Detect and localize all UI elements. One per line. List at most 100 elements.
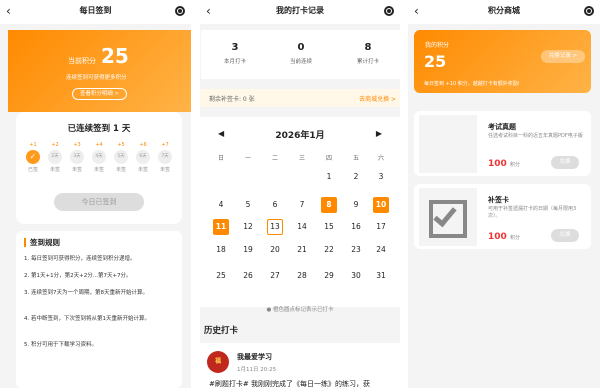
calendar-day[interactable]: 11 — [213, 219, 229, 235]
day-state: 未签 — [137, 167, 148, 173]
history-title: 历史打卡 — [204, 326, 239, 336]
redeem-records-button[interactable]: 兑换记录 > — [541, 50, 585, 63]
weekday-label: 六 — [377, 155, 384, 162]
day-state: 未签 — [115, 167, 126, 173]
stat-value: 0 — [297, 42, 305, 53]
mall-points-banner: 我的积分 25 每日签到 +10 积分，越越打卡有额外奖励! 兑换记录 > — [414, 30, 591, 93]
calendar-day[interactable]: 30 — [348, 268, 364, 284]
check-icon: ✓ — [26, 150, 40, 164]
signed-today-button[interactable]: 今日已签到 — [54, 193, 144, 211]
weekday-label: 五 — [352, 155, 359, 162]
calendar-day[interactable]: 24 — [373, 242, 389, 258]
streak-title: 已连续签到 1 天 — [67, 124, 131, 134]
calendar-day[interactable]: 5 — [240, 197, 256, 213]
calendar-day[interactable]: 25 — [213, 268, 229, 284]
redeem-button[interactable]: 兑换 — [551, 156, 579, 169]
day-list: +1 ✓ 已签 +2 2天 未签 +3 3天 未签 +4 4天 未签 +5 5天… — [26, 142, 176, 178]
calendar-day[interactable]: 13 — [267, 219, 283, 235]
day-bonus: +3 — [73, 142, 81, 148]
streak-card: 已连续签到 1 天 +1 ✓ 已签 +2 2天 未签 +3 3天 未签 +4 4… — [16, 112, 182, 224]
day-bonus: +7 — [161, 142, 169, 148]
rule-item: 3. 连续签到7天为一个周期，第8天重新开始计算。 — [24, 290, 148, 296]
points-hint: 连续签到可获得更多积分 — [66, 75, 127, 81]
mall-item[interactable]: 考试真题 任选考试科目一科的近五年真题PDF电子版 100 积分 兑换 — [414, 111, 591, 176]
price-unit: 积分 — [509, 162, 520, 168]
calendar-day[interactable]: 27 — [267, 268, 283, 284]
rules-card: 签到规则 1. 每日签到可获得积分，连续签到积分递增。 2. 第1天+1分，第2… — [16, 231, 182, 388]
day-item: +7 7天 未签 — [158, 142, 172, 173]
calendar-day[interactable]: 9 — [348, 197, 364, 213]
day-item: +2 2天 未签 — [48, 142, 62, 173]
item-name: 考试真题 — [488, 123, 516, 131]
rule-item: 5. 积分可用于下载学习资料。 — [24, 342, 97, 348]
calendar-day[interactable]: 3 — [373, 169, 389, 185]
calendar-day[interactable]: 31 — [373, 268, 389, 284]
calendar-day[interactable]: 14 — [294, 219, 310, 235]
calendar-day[interactable]: 19 — [240, 242, 256, 258]
calendar-day[interactable]: 23 — [348, 242, 364, 258]
calendar-month: 2026年1月 — [275, 131, 325, 141]
day-bonus: +1 — [29, 142, 37, 148]
records-topbar: ‹ 我的打卡记录 — [200, 0, 400, 24]
next-month-icon[interactable]: ▶ — [376, 129, 382, 138]
menu-icon[interactable] — [384, 6, 394, 16]
stat-streak: 0 当前连续 — [281, 42, 321, 65]
price-unit: 积分 — [509, 235, 520, 241]
redeem-button[interactable]: 兑换 — [551, 229, 579, 242]
calendar: ◀ 2026年1月 ▶ 日一二三四五六 1 2 3 4 5 6 7 8 9 10 11 12 13 14 1… — [200, 117, 400, 313]
calendar-day[interactable]: 2 — [348, 169, 364, 185]
calendar-day[interactable]: 26 — [240, 268, 256, 284]
points-details-button[interactable]: 查看积分明细 > — [72, 88, 127, 100]
signin-topbar: ‹ 每日签到 — [0, 0, 191, 24]
calendar-day[interactable]: 22 — [321, 242, 337, 258]
points-label: 当前积分 — [68, 57, 96, 65]
day-state: 未签 — [71, 167, 82, 173]
calendar-day[interactable]: 10 — [373, 197, 389, 213]
calendar-day[interactable]: 12 — [240, 219, 256, 235]
day-bonus: +5 — [117, 142, 125, 148]
calendar-day[interactable]: 1 — [321, 169, 337, 185]
makeup-count: 剩余补签卡: 0 张 — [209, 96, 255, 103]
stat-value: 8 — [364, 42, 372, 53]
go-to-mall-link[interactable]: 去商城兑换 > — [359, 94, 396, 103]
avatar[interactable]: 福 — [207, 351, 229, 373]
calendar-day[interactable]: 21 — [294, 242, 310, 258]
calendar-day[interactable]: 8 — [321, 197, 337, 213]
rule-item: 4. 若中断签到，下次签到将从第1天重新开始计算。 — [24, 316, 150, 322]
calendar-day[interactable]: 17 — [373, 219, 389, 235]
calendar-day[interactable]: 15 — [321, 219, 337, 235]
stat-month: 3 本月打卡 — [215, 42, 255, 65]
calendar-day[interactable]: 29 — [321, 268, 337, 284]
rule-item: 2. 第1天+1分，第2天+2分...第7天+7分。 — [24, 273, 132, 279]
calendar-day[interactable]: 4 — [213, 197, 229, 213]
day-item: +6 6天 未签 — [136, 142, 150, 173]
calendar-day[interactable]: 16 — [348, 219, 364, 235]
mall-topbar: ‹ 积分商城 — [408, 0, 600, 24]
mall-item[interactable]: 补签卡 可用于补签遗漏打卡的日期（每月限用3次）。 100 积分 兑换 — [414, 184, 591, 249]
day-state: 未签 — [159, 167, 170, 173]
item-desc: 任选考试科目一科的近五年真题PDF电子版 — [488, 133, 583, 139]
day-state: 已签 — [27, 167, 38, 173]
signin-panel: ‹ 每日签到 当前积分 25 连续签到可获得更多积分 查看积分明细 > 已连续签… — [0, 0, 191, 388]
calendar-day[interactable]: 18 — [213, 242, 229, 258]
calendar-day[interactable]: 20 — [267, 242, 283, 258]
calendar-header: ◀ 2026年1月 ▶ — [200, 127, 400, 141]
rules-title: 签到规则 — [24, 237, 60, 248]
mall-panel: ‹ 积分商城 我的积分 25 每日签到 +10 积分，越越打卡有额外奖励! 兑换… — [408, 0, 600, 388]
day-item: +5 5天 未签 — [114, 142, 128, 173]
calendar-day[interactable]: 7 — [294, 197, 310, 213]
weekday-label: 日 — [217, 155, 224, 162]
calendar-day[interactable]: 6 — [267, 197, 283, 213]
menu-icon[interactable] — [175, 6, 185, 16]
stat-value: 3 — [231, 42, 239, 53]
day-circle: 2天 — [48, 150, 62, 164]
rule-item: 1. 每日签到可获得积分，连续签到积分递增。 — [24, 256, 136, 262]
item-price: 100 积分 — [488, 232, 520, 242]
calendar-day[interactable]: 28 — [294, 268, 310, 284]
menu-icon[interactable] — [584, 6, 594, 16]
points-value: 25 — [101, 44, 129, 68]
day-item: +3 3天 未签 — [70, 142, 84, 173]
item-thumbnail — [419, 115, 477, 173]
day-bonus: +6 — [139, 142, 147, 148]
day-state: 未签 — [93, 167, 104, 173]
